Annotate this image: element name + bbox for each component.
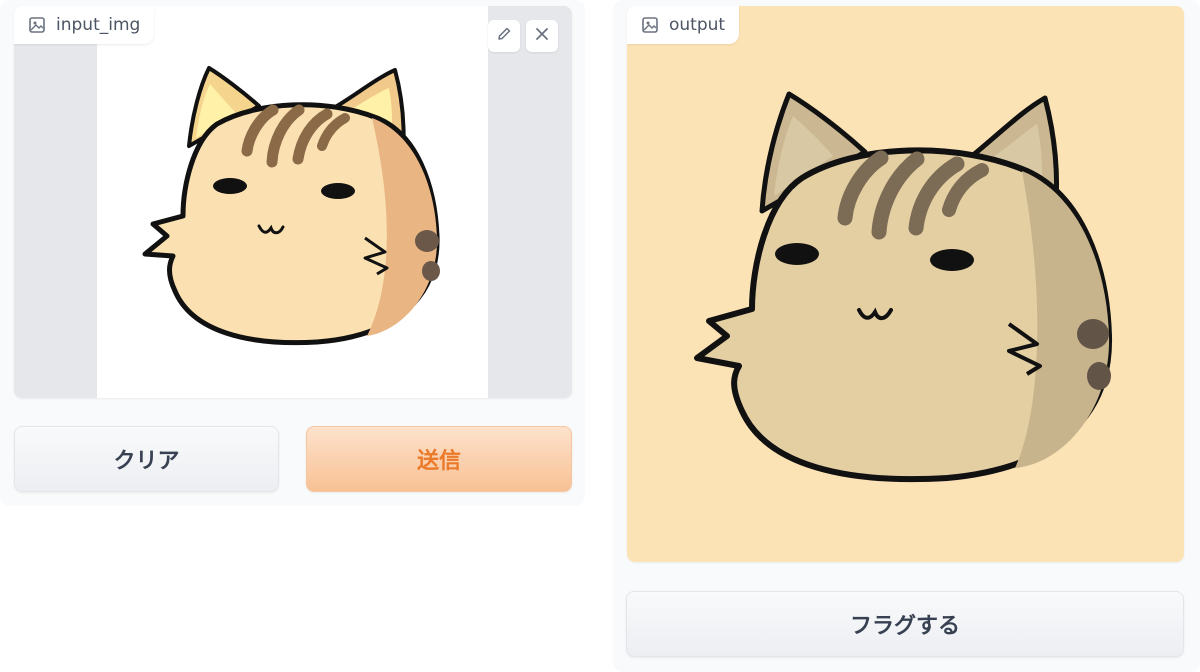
input-cat-image <box>142 66 440 346</box>
input-label-tag: input_img <box>14 6 155 44</box>
input-label-text: input_img <box>56 15 141 35</box>
edit-button[interactable] <box>488 20 520 52</box>
output-label-tag: output <box>627 6 740 44</box>
pencil-icon <box>495 25 513 47</box>
submit-button[interactable]: 送信 <box>306 426 572 492</box>
close-icon <box>533 25 551 47</box>
input-image-canvas[interactable] <box>97 6 488 398</box>
output-cat-image <box>694 91 1113 483</box>
clear-image-button[interactable] <box>526 20 558 52</box>
clear-button[interactable]: クリア <box>14 426 279 492</box>
image-icon <box>28 16 46 34</box>
flag-button[interactable]: フラグする <box>626 591 1184 657</box>
image-icon <box>641 16 659 34</box>
output-label-text: output <box>669 15 726 35</box>
output-image-area: output <box>627 6 1184 562</box>
input-image-area[interactable]: input_img <box>14 6 572 398</box>
